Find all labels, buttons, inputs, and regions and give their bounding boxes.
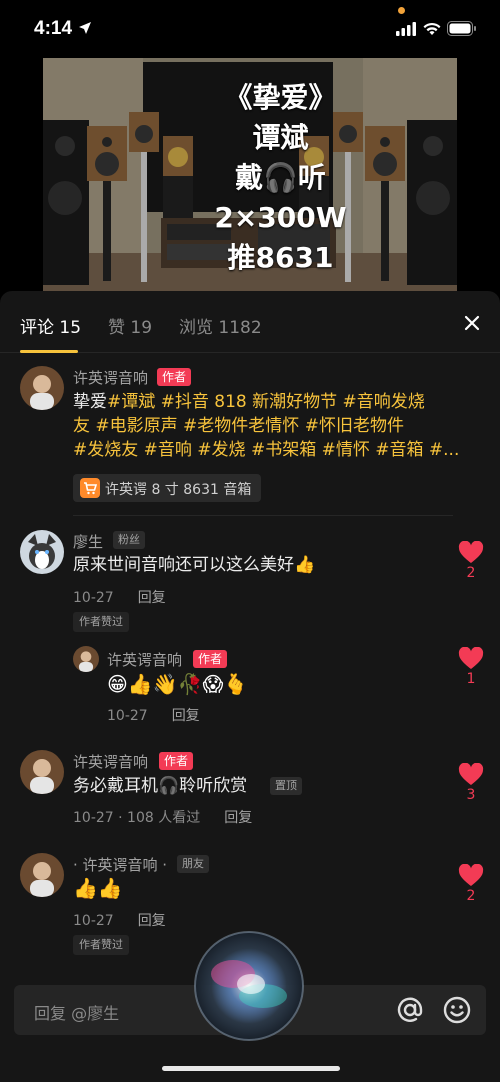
divider xyxy=(73,515,453,516)
avatar-image xyxy=(20,530,64,574)
comment-text: 原来世间音响还可以这么美好👍 xyxy=(73,555,316,575)
hashtag-text[interactable]: #谭斌 #抖音 818 新潮好物节 #音响发烧 xyxy=(107,392,425,412)
comment-username[interactable]: 许英谔音响 xyxy=(107,649,182,670)
avatar-image xyxy=(73,646,99,672)
like-count: 2 xyxy=(466,888,476,904)
video-caption-line: 《挚爱》 xyxy=(224,81,337,114)
comment-date: 10-27 xyxy=(107,708,148,724)
caption-line-3: #发烧友 #音响 #发烧 #书架箱 #情怀 #音箱 #... xyxy=(73,438,459,462)
author-badge: 作者 xyxy=(159,752,194,770)
friend-badge: 朋友 xyxy=(177,855,209,873)
tab-views[interactable]: 浏览 1182 xyxy=(179,313,262,338)
comment-date: 10-27 xyxy=(73,590,114,606)
at-icon[interactable] xyxy=(395,995,425,1025)
active-tab-indicator xyxy=(20,350,78,353)
emoji-icon[interactable] xyxy=(442,995,472,1025)
author-liked-tag: 作者赞过 xyxy=(73,612,129,632)
heart-icon[interactable] xyxy=(458,864,484,888)
avatar-image xyxy=(20,750,64,794)
avatar[interactable] xyxy=(20,853,64,897)
reply-button[interactable]: 回复 xyxy=(172,708,200,724)
heart-icon[interactable] xyxy=(458,647,484,671)
comment-username[interactable]: 许英谔音响 xyxy=(73,367,148,388)
author-badge: 作者 xyxy=(157,368,192,386)
like-count: 2 xyxy=(466,565,476,581)
comment-username[interactable]: · 许英谔音响 · xyxy=(73,854,167,875)
caption-line-2: 友 #电影原声 #老物件老情怀 #怀旧老物件 xyxy=(73,414,453,438)
video-caption-line: 推8631 xyxy=(227,241,334,274)
product-link[interactable]: 许英谔 8 寸 8631 音箱 xyxy=(73,474,261,502)
close-icon[interactable] xyxy=(462,313,482,333)
comment-date: 10-27 xyxy=(73,913,114,929)
privacy-indicator-dot xyxy=(398,7,405,14)
comment-username[interactable]: 许英谔音响 xyxy=(73,751,148,772)
video-preview[interactable]: 《挚爱》 谭斌 戴🎧听 2×300W 推8631 xyxy=(43,58,457,291)
avatar[interactable] xyxy=(20,366,64,410)
comment-meta: 10-27 · 108 人看过 回复 xyxy=(73,807,252,827)
tab-comments[interactable]: 评论 15 xyxy=(20,313,81,338)
caption-line-1: 挚爱#谭斌 #抖音 818 新潮好物节 #音响发烧 xyxy=(73,390,453,414)
video-caption-overlay: 《挚爱》 谭斌 戴🎧听 2×300W 推8631 xyxy=(183,78,378,278)
comment-meta: 10-27 回复 xyxy=(107,705,200,725)
like-count: 3 xyxy=(466,787,476,803)
avatar[interactable] xyxy=(20,530,64,574)
video-caption-line: 戴🎧听 xyxy=(235,161,326,194)
siri-orb xyxy=(194,931,304,1041)
hashtag-text[interactable]: 友 #电影原声 #老物件老情怀 #怀旧老物件 xyxy=(73,416,404,436)
reply-button[interactable]: 回复 xyxy=(138,590,166,606)
heart-icon[interactable] xyxy=(458,763,484,787)
author-badge: 作者 xyxy=(193,650,228,668)
avatar-image xyxy=(20,366,64,410)
caption-text: 挚爱 xyxy=(73,392,107,412)
reply-button[interactable]: 回复 xyxy=(224,810,252,826)
home-indicator[interactable] xyxy=(162,1066,340,1071)
video-caption-line: 谭斌 xyxy=(252,121,309,154)
like-count: 1 xyxy=(466,671,476,687)
sheet-tabs: 评论 15 赞 19 浏览 1182 xyxy=(0,291,500,353)
signal-icon xyxy=(396,22,416,36)
comment-meta: 10-27 回复 xyxy=(73,587,166,607)
video-caption-line: 2×300W xyxy=(214,201,347,234)
reply-button[interactable]: 回复 xyxy=(138,913,166,929)
post-caption: 挚爱#谭斌 #抖音 818 新潮好物节 #音响发烧 友 #电影原声 #老物件老情… xyxy=(73,390,459,462)
battery-icon xyxy=(447,21,476,36)
status-time: 4:14 xyxy=(34,18,73,39)
comment-text: 😁👍👋🥀😱🫰 xyxy=(107,672,249,696)
heart-icon[interactable] xyxy=(458,541,484,565)
comment-meta: 10-27 回复 xyxy=(73,910,166,930)
avatar[interactable] xyxy=(20,750,64,794)
tab-likes[interactable]: 赞 19 xyxy=(108,313,152,338)
comment-username[interactable]: 廖生 xyxy=(73,531,103,552)
cart-icon xyxy=(80,478,100,498)
status-bar: 4:14 xyxy=(0,0,500,58)
comment-text: 务必戴耳机🎧聆听欣赏 xyxy=(73,776,248,796)
pinned-badge: 置顶 xyxy=(270,777,302,795)
reply-input-placeholder[interactable]: 回复 @廖生 xyxy=(34,1000,119,1024)
location-arrow-icon xyxy=(79,22,91,34)
comment-date: 10-27 · 108 人看过 xyxy=(73,810,201,826)
author-liked-tag: 作者赞过 xyxy=(73,935,129,955)
fan-badge: 粉丝 xyxy=(113,531,145,549)
wifi-icon xyxy=(423,22,441,35)
product-label: 许英谔 8 寸 8631 音箱 xyxy=(105,482,252,498)
avatar[interactable] xyxy=(73,646,99,672)
hashtag-text[interactable]: #发烧友 #音响 #发烧 #书架箱 #情怀 #音箱 #... xyxy=(73,440,459,460)
comment-text: 👍👍 xyxy=(73,876,123,900)
avatar-image xyxy=(20,853,64,897)
